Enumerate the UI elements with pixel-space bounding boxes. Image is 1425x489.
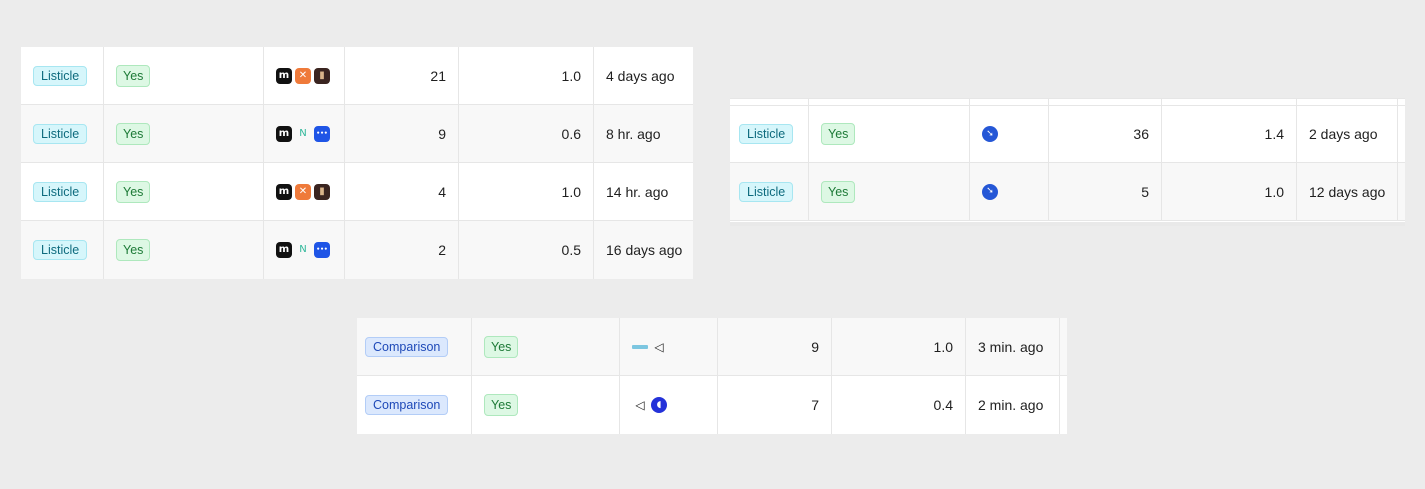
score-cell: 1.0 [1162,163,1297,220]
status-badge: Yes [821,180,856,203]
score-cell: 1.0 [459,163,594,220]
status-badge: Yes [116,180,151,203]
m-logo-icon: m [276,67,292,84]
n-logo-icon: N [299,244,307,255]
updated-cell: 2 days ago [1297,106,1398,162]
m-logo-icon: m [276,183,292,200]
table-row[interactable]: Listicle Yes m N ••• 2 0.5 16 days ago [21,221,693,279]
type-badge: Listicle [33,181,88,202]
updated-cell: 16 days ago [606,242,683,258]
count-cell: 2 [345,221,459,279]
updated-cell: 8 hr. ago [606,125,661,142]
pacman-logo-icon: ◖ [651,397,667,413]
updated-cell: 12 days ago [1297,163,1398,220]
score-cell: 1.0 [832,318,966,375]
table-panel-top-left: Listicle Yes m ✕ ▮ 21 1.0 4 days ago Lis… [21,47,693,279]
table-row[interactable]: Listicle Yes ➘ 36 1.4 2 days ago [730,105,1405,163]
count-cell: 7 [718,376,832,434]
score-cell: 0.4 [832,376,966,434]
table-row[interactable]: Comparison Yes ◁ 9 1.0 3 min. ago [357,318,1067,376]
status-badge: Yes [116,122,151,145]
blue-app-icon: ••• [314,242,330,258]
type-badge: Comparison [365,395,449,415]
updated-cell: 3 min. ago [966,318,1060,375]
type-badge: Listicle [739,181,794,202]
x-logo-icon: ✕ [295,67,311,84]
score-cell: 1.0 [459,47,594,104]
status-badge: Yes [116,239,151,261]
m-logo-icon: m [276,125,292,142]
table-row[interactable]: Listicle Yes m N ••• 9 0.6 8 hr. ago [21,105,693,163]
type-badge: Listicle [739,124,794,144]
score-cell: 0.6 [459,105,594,162]
count-cell: 9 [718,318,832,375]
dark-app-icon: ▮ [314,183,330,200]
count-cell: 21 [345,47,459,104]
table-row[interactable]: Listicle Yes m ✕ ▮ 4 1.0 14 hr. ago [21,163,693,221]
count-cell: 5 [1049,163,1162,220]
status-badge: Yes [821,123,856,145]
triangle-logo-icon: ◁ [654,339,664,354]
type-badge: Comparison [365,336,449,357]
table-row[interactable]: Comparison Yes ◁ ◖ 7 0.4 2 min. ago [357,376,1067,434]
score-cell: 0.5 [459,221,594,279]
updated-cell: 2 min. ago [966,376,1060,434]
bird-logo-icon: ➘ [982,183,998,200]
x-logo-icon: ✕ [295,183,311,200]
type-badge: Listicle [33,240,88,260]
status-badge: Yes [484,394,519,416]
score-cell: 1.4 [1162,106,1297,162]
dark-app-icon: ▮ [314,67,330,84]
count-cell: 4 [345,163,459,220]
status-badge: Yes [116,64,151,87]
table-panel-top-right: Listicle Yes ➘ 36 1.4 2 days ago Listicl… [730,98,1405,226]
updated-cell: 14 hr. ago [606,183,669,200]
status-badge: Yes [484,335,519,358]
line-logo-icon [632,344,648,349]
count-cell: 36 [1049,106,1162,162]
bird-logo-icon: ➘ [982,126,998,142]
type-badge: Listicle [33,65,88,86]
count-cell: 9 [345,105,459,162]
n-logo-icon: N [299,127,307,139]
m-logo-icon: m [276,242,292,258]
table-panel-bottom: Comparison Yes ◁ 9 1.0 3 min. ago Compar… [357,318,1067,434]
clipped-row-edge [730,99,1405,105]
type-badge: Listicle [33,123,88,144]
blue-app-icon: ••• [314,125,330,142]
updated-cell: 4 days ago [606,67,675,84]
triangle-logo-icon: ◁ [635,398,645,412]
table-row[interactable]: Listicle Yes m ✕ ▮ 21 1.0 4 days ago [21,47,693,105]
table-row[interactable]: Listicle Yes ➘ 5 1.0 12 days ago [730,163,1405,221]
